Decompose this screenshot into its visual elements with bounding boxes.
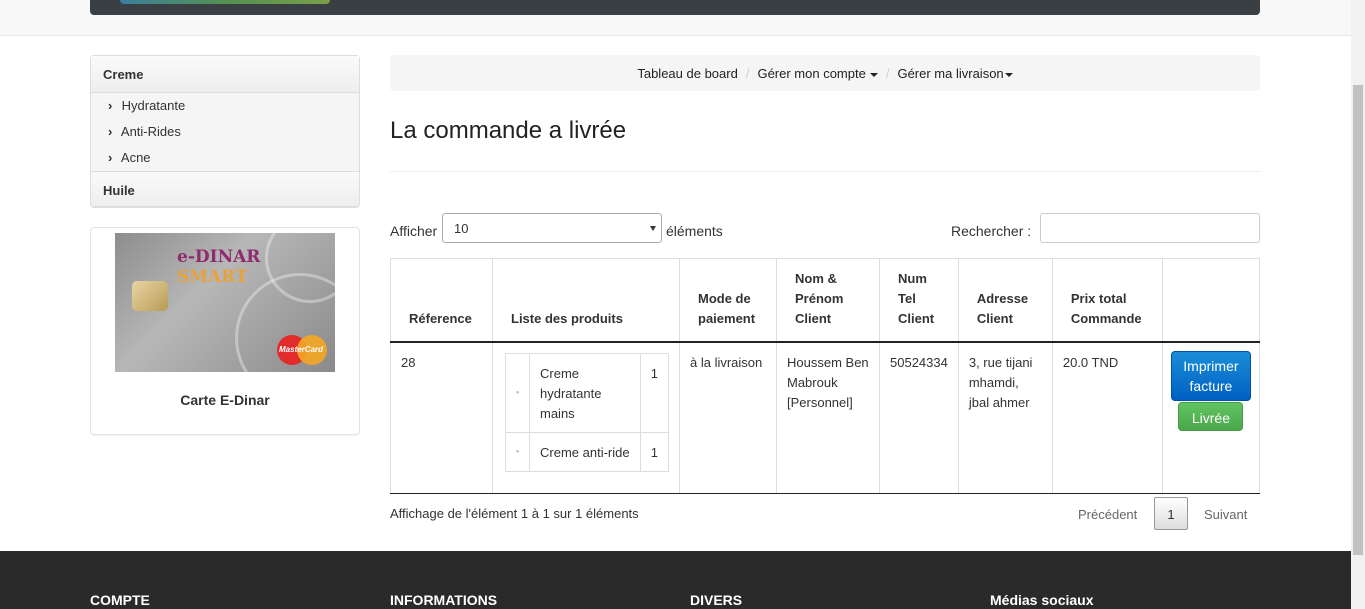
- pagination-previous[interactable]: Précédent: [1065, 497, 1150, 530]
- column-header[interactable]: Num Tel Client: [879, 258, 959, 343]
- product-name: Creme hydratante mains: [529, 353, 641, 433]
- breadcrumb-account-dropdown[interactable]: Gérer mon compte: [757, 66, 878, 81]
- footer-heading-divers: DIVERS: [690, 592, 743, 608]
- pagination-page-1[interactable]: 1: [1154, 497, 1188, 530]
- scrollbar-thumb[interactable]: [1353, 85, 1363, 555]
- length-label: Afficher: [390, 223, 438, 239]
- column-header[interactable]: Prix total Commande: [1051, 258, 1163, 343]
- product-list: ● Creme hydratante mains 1 ● Creme anti-…: [505, 353, 670, 472]
- page-length-select[interactable]: 10: [442, 213, 662, 243]
- product-row: ● Creme hydratante mains 1: [505, 353, 670, 433]
- chevron-right-icon: ›: [108, 98, 113, 113]
- cell-phone: 50524334: [879, 341, 959, 494]
- cell-reference: 28: [390, 341, 493, 494]
- category-item-acne[interactable]: › Acne: [91, 145, 359, 171]
- navbar: [90, 0, 1260, 15]
- breadcrumb-separator: /: [745, 66, 750, 81]
- breadcrumb-delivery-label: Gérer ma livraison: [897, 66, 1004, 81]
- breadcrumb-separator: /: [885, 66, 890, 81]
- delivered-button[interactable]: Livrée: [1178, 402, 1244, 431]
- bullet-icon: ●: [505, 353, 530, 433]
- mastercard-label: MasterCard: [279, 345, 324, 354]
- column-header[interactable]: Liste des produits: [492, 258, 680, 343]
- column-header[interactable]: Réference: [390, 258, 493, 343]
- category-huile[interactable]: Huile: [91, 171, 359, 207]
- cell-client: Houssem Ben Mabrouk [Personnel]: [776, 341, 880, 494]
- page-scrollbar[interactable]: [1351, 0, 1365, 609]
- dropdown-arrow-icon: [650, 226, 656, 231]
- product-qty: 1: [639, 432, 670, 472]
- cell-payment: à la livraison: [679, 341, 777, 494]
- card-brand-main: e-DINAR: [177, 247, 261, 267]
- breadcrumb-delivery-dropdown[interactable]: Gérer ma livraison: [897, 66, 1013, 81]
- category-item-label: Hydratante: [121, 98, 186, 113]
- column-header[interactable]: Adresse Client: [957, 258, 1053, 343]
- cell-address: 3, rue tijani mhamdi, jbal ahmer: [957, 341, 1053, 494]
- category-item-label: Acne: [120, 150, 151, 165]
- footer: COMPTE INFORMATIONS DIVERS Médias sociau…: [0, 551, 1351, 609]
- category-item-anti-rides[interactable]: › Anti-Rides: [91, 119, 359, 145]
- cell-total: 20.0 TND: [1051, 341, 1163, 494]
- category-item-label: Anti-Rides: [120, 124, 181, 139]
- card-caption: Carte E-Dinar: [180, 392, 270, 408]
- page-length-value: 10: [454, 221, 469, 236]
- footer-heading-compte: COMPTE: [90, 592, 150, 608]
- bullet-icon: ●: [505, 432, 530, 472]
- breadcrumb-dashboard[interactable]: Tableau de board: [637, 66, 737, 81]
- footer-heading-social: Médias sociaux: [990, 592, 1094, 608]
- category-creme[interactable]: Creme: [91, 56, 359, 93]
- caret-down-icon: [869, 72, 878, 77]
- product-qty: 1: [639, 353, 670, 433]
- table-info: Affichage de l'élément 1 à 1 sur 1 éléme…: [390, 506, 639, 521]
- caret-down-icon: [1004, 72, 1013, 77]
- mastercard-logo: MasterCard: [277, 335, 327, 365]
- category-panel: Creme › Hydratante › Anti-Rides › Acne H…: [90, 55, 360, 208]
- footer-heading-informations: INFORMATIONS: [390, 592, 498, 608]
- orders-table: Réference Liste des produits Mode de pai…: [390, 258, 1261, 494]
- top-header: [0, 0, 1351, 36]
- chip-icon: [132, 281, 168, 311]
- page-title: La commande a livrée: [390, 117, 627, 144]
- chevron-right-icon: ›: [108, 124, 113, 139]
- column-header: [1161, 258, 1261, 343]
- breadcrumb-account-label: Gérer mon compte: [757, 66, 866, 81]
- product-name: Creme anti-ride: [529, 432, 641, 472]
- column-header[interactable]: Mode de paiement: [679, 258, 777, 343]
- table-row: 28 ● Creme hydratante mains 1 ● Creme an…: [390, 341, 1261, 494]
- breadcrumb: Tableau de board / Gérer mon compte / Gérer …: [390, 55, 1260, 91]
- cell-products: ● Creme hydratante mains 1 ● Creme anti-…: [492, 341, 680, 494]
- pagination-next[interactable]: Suivant: [1191, 497, 1260, 530]
- card-brand: e-DINAR SMART: [177, 247, 335, 287]
- column-header[interactable]: Nom & Prénom Client: [776, 258, 880, 343]
- card-brand-sub: SMART: [177, 267, 248, 287]
- edinar-card-image: e-DINAR SMART MasterCard: [115, 233, 335, 372]
- length-after-label: éléments: [666, 223, 723, 239]
- chevron-right-icon: ›: [108, 150, 113, 165]
- search-label: Rechercher :: [951, 223, 1032, 239]
- logo[interactable]: [120, 0, 330, 4]
- title-divider: [390, 171, 1260, 172]
- category-item-hydratante[interactable]: › Hydratante: [91, 93, 359, 119]
- print-invoice-button[interactable]: Imprimer facture: [1170, 351, 1251, 401]
- search-input[interactable]: [1040, 213, 1260, 243]
- product-row: ● Creme anti-ride 1: [505, 432, 670, 472]
- payment-card-panel: e-DINAR SMART MasterCard Carte E-Dinar: [90, 227, 360, 435]
- cell-actions: Imprimer facture Livrée: [1161, 341, 1261, 494]
